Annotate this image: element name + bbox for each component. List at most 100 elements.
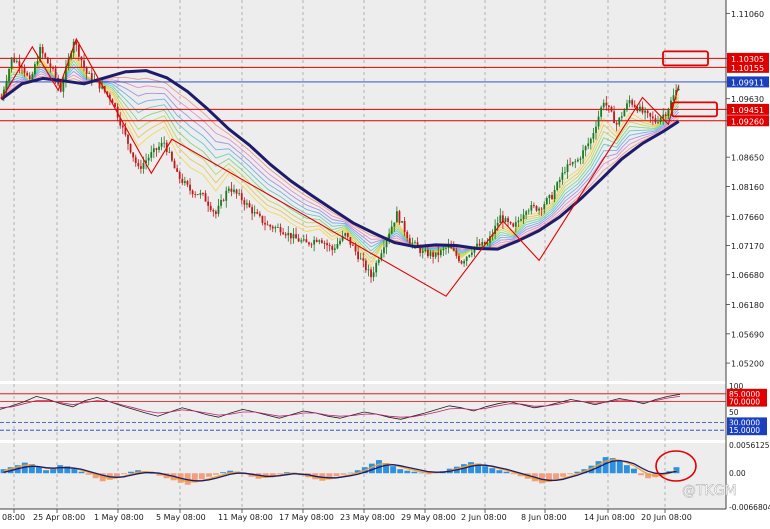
candle-body <box>121 125 124 128</box>
candle-body <box>651 116 654 119</box>
candle-body <box>77 44 80 57</box>
candle-body <box>377 259 380 263</box>
candle-body <box>85 67 88 74</box>
candle-body <box>277 227 279 228</box>
candle-body <box>238 193 241 195</box>
candle-body <box>470 252 473 255</box>
candle-body <box>15 61 18 63</box>
candle-body <box>512 223 515 227</box>
candle-body <box>574 161 577 163</box>
price-panel <box>0 0 726 381</box>
candle-body <box>481 241 484 246</box>
candle-body <box>134 157 137 163</box>
candle-body <box>339 240 341 244</box>
histogram-bar <box>36 467 42 474</box>
candle-body <box>383 247 385 254</box>
histogram-bar <box>425 473 432 475</box>
oscillator-tick-label: 15.0000 <box>729 426 760 435</box>
candle-body <box>18 61 21 67</box>
candle-body <box>545 198 548 205</box>
candle-body <box>315 239 318 242</box>
histogram-bar <box>390 466 397 474</box>
candle-body <box>243 200 246 205</box>
candle-body <box>499 215 502 223</box>
histogram-bar <box>404 470 411 474</box>
candle-body <box>620 116 623 118</box>
candle-body <box>31 74 34 80</box>
candle-body <box>364 260 367 271</box>
histogram-bar <box>411 471 418 474</box>
candle-body <box>264 222 266 225</box>
candle-body <box>509 221 512 224</box>
candle-body <box>49 63 52 69</box>
candle-body <box>362 258 365 261</box>
candle-body <box>561 172 564 180</box>
candle-body <box>522 214 525 220</box>
candle-body <box>465 256 468 262</box>
candle-body <box>202 193 204 194</box>
candle-body <box>331 246 334 250</box>
candle-body <box>564 171 566 173</box>
candle-body <box>646 110 649 114</box>
candle-body <box>52 68 54 69</box>
histogram-bar <box>340 473 347 475</box>
candle-body <box>463 261 466 264</box>
candle-body <box>455 250 458 256</box>
candle-body <box>649 113 652 117</box>
candle-body <box>155 148 158 150</box>
candle-body <box>80 56 83 61</box>
candle-body <box>152 148 155 153</box>
candle-body <box>321 240 323 243</box>
oscillator-tick-label: 70.0000 <box>729 398 760 407</box>
date-tick-label: 17 May 08:00 <box>279 513 334 522</box>
price-tick-label: 1.08650 <box>731 154 764 163</box>
candle-body <box>256 212 259 214</box>
candle-body <box>589 138 592 144</box>
candle-body <box>357 251 359 260</box>
candle-body <box>292 234 295 239</box>
candle-body <box>13 57 16 63</box>
candle-body <box>654 118 657 123</box>
candle-body <box>395 211 398 223</box>
candle-body <box>571 161 574 165</box>
candle-body <box>530 205 533 211</box>
histogram-bar <box>206 473 212 477</box>
price-tick-label: 1.09260 <box>731 117 764 126</box>
candle-body <box>667 108 670 116</box>
candle-body <box>615 123 618 125</box>
candle-body <box>36 60 39 65</box>
candle-body <box>295 234 297 239</box>
date-tick-label: 11 May 08:00 <box>218 513 273 522</box>
candle-body <box>662 114 665 118</box>
candle-body <box>186 181 189 185</box>
date-tick-label: 08:00 <box>2 513 25 522</box>
candle-body <box>579 158 582 160</box>
candle-body <box>46 57 49 64</box>
histogram-tick-label: 0.00561257 <box>729 441 770 450</box>
candle-body <box>628 100 631 104</box>
candle-body <box>504 218 507 223</box>
candle-body <box>41 46 44 54</box>
candle-body <box>429 252 432 257</box>
candle-body <box>548 194 551 199</box>
candle-body <box>600 107 603 117</box>
candle-body <box>336 243 339 249</box>
candle-body <box>178 171 181 179</box>
candle-body <box>452 248 455 251</box>
candle-body <box>401 221 403 223</box>
candle-body <box>367 269 370 271</box>
candle-body <box>282 232 285 235</box>
candle-body <box>240 193 243 201</box>
candle-body <box>359 258 362 260</box>
histogram-bar <box>468 462 474 474</box>
price-tick-label: 1.06180 <box>731 301 764 310</box>
date-tick-label: 14 Jun 08:00 <box>584 513 635 522</box>
candle-body <box>393 222 396 227</box>
candle-body <box>525 211 528 215</box>
candle-body <box>439 250 442 256</box>
histogram-bar <box>638 473 644 476</box>
candle-body <box>437 252 440 256</box>
candle-body <box>305 239 308 243</box>
candle-body <box>602 102 605 108</box>
candle-body <box>261 215 264 223</box>
